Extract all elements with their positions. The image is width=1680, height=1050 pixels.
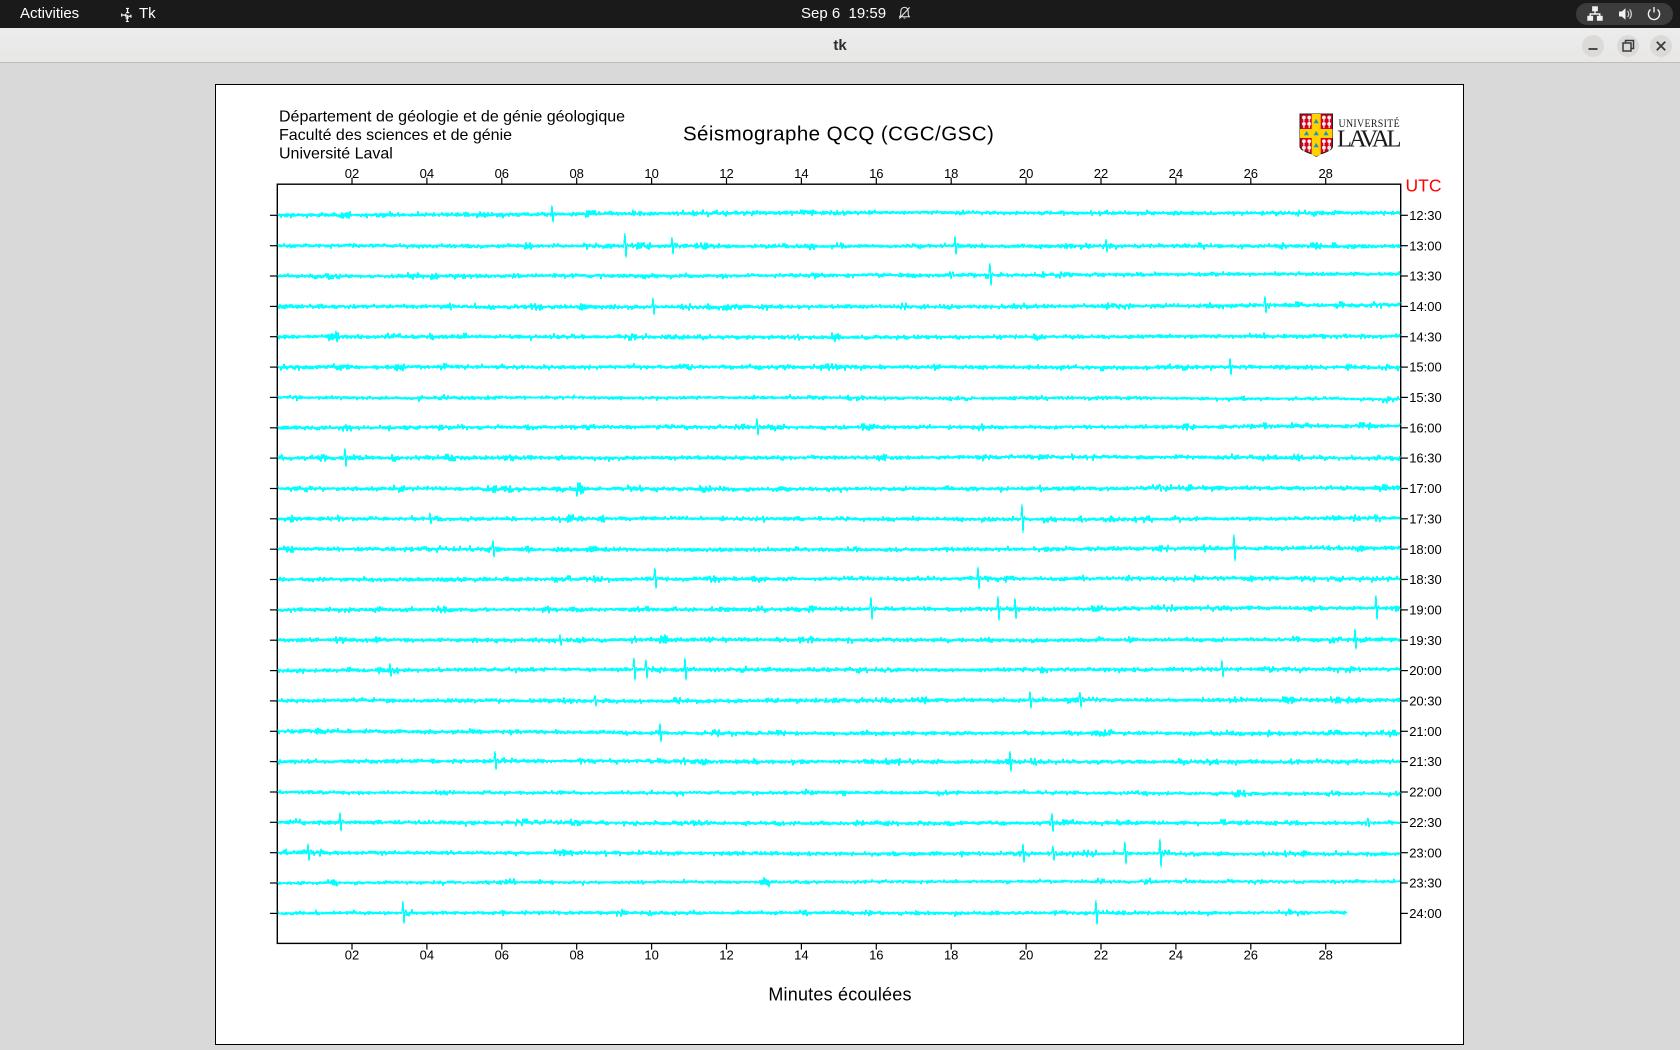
svg-text:19:00: 19:00	[1409, 603, 1442, 618]
svg-text:LAVAL: LAVAL	[1337, 126, 1402, 153]
svg-text:20: 20	[1019, 948, 1033, 963]
svg-text:08: 08	[569, 948, 583, 963]
svg-text:16: 16	[869, 948, 883, 963]
svg-text:24:00: 24:00	[1409, 906, 1442, 921]
svg-text:17:30: 17:30	[1409, 511, 1442, 526]
svg-text:24: 24	[1169, 948, 1183, 963]
svg-text:18:00: 18:00	[1409, 542, 1442, 557]
svg-text:15:30: 15:30	[1409, 390, 1442, 405]
svg-text:20:30: 20:30	[1409, 694, 1442, 709]
svg-text:21:30: 21:30	[1409, 754, 1442, 769]
svg-text:08: 08	[569, 166, 583, 181]
svg-text:04: 04	[420, 948, 434, 963]
svg-text:22:30: 22:30	[1409, 815, 1442, 830]
svg-text:23:30: 23:30	[1409, 876, 1442, 891]
svg-text:14: 14	[794, 948, 808, 963]
svg-text:23:00: 23:00	[1409, 845, 1442, 860]
svg-text:06: 06	[495, 948, 509, 963]
svg-text:12: 12	[719, 166, 733, 181]
svg-text:26: 26	[1244, 166, 1258, 181]
svg-text:16: 16	[869, 166, 883, 181]
svg-text:17:00: 17:00	[1409, 481, 1442, 496]
svg-text:18: 18	[944, 166, 958, 181]
svg-text:20:00: 20:00	[1409, 663, 1442, 678]
svg-text:14:30: 14:30	[1409, 329, 1442, 344]
svg-text:Minutes écoulées: Minutes écoulées	[768, 985, 911, 1005]
svg-text:04: 04	[420, 166, 434, 181]
svg-text:Université Laval: Université Laval	[279, 146, 393, 163]
svg-text:Séismographe QCQ (CGC/GSC): Séismographe QCQ (CGC/GSC)	[683, 123, 994, 146]
svg-text:18:30: 18:30	[1409, 572, 1442, 587]
svg-text:18: 18	[944, 948, 958, 963]
svg-text:22: 22	[1094, 166, 1108, 181]
svg-text:10: 10	[644, 948, 658, 963]
svg-text:02: 02	[345, 948, 359, 963]
svg-text:22:00: 22:00	[1409, 785, 1442, 800]
svg-text:UTC: UTC	[1406, 176, 1442, 196]
svg-text:10: 10	[644, 166, 658, 181]
svg-text:Département de géologie et de: Département de géologie et de génie géol…	[279, 108, 625, 125]
svg-text:19:30: 19:30	[1409, 633, 1442, 648]
svg-text:06: 06	[495, 166, 509, 181]
svg-text:02: 02	[345, 166, 359, 181]
svg-text:12: 12	[719, 948, 733, 963]
svg-text:13:00: 13:00	[1409, 238, 1442, 253]
svg-text:Faculté des sciences et de gén: Faculté des sciences et de génie	[279, 127, 512, 144]
svg-text:28: 28	[1318, 948, 1332, 963]
svg-text:21:00: 21:00	[1409, 724, 1442, 739]
svg-text:16:00: 16:00	[1409, 420, 1442, 435]
svg-text:28: 28	[1318, 166, 1332, 181]
svg-text:16:30: 16:30	[1409, 451, 1442, 466]
svg-text:14:00: 14:00	[1409, 299, 1442, 314]
svg-text:15:00: 15:00	[1409, 360, 1442, 375]
svg-text:12:30: 12:30	[1409, 208, 1442, 223]
svg-text:26: 26	[1244, 948, 1258, 963]
svg-text:24: 24	[1169, 166, 1183, 181]
svg-text:22: 22	[1094, 948, 1108, 963]
svg-text:13:30: 13:30	[1409, 269, 1442, 284]
svg-text:20: 20	[1019, 166, 1033, 181]
svg-text:14: 14	[794, 166, 808, 181]
